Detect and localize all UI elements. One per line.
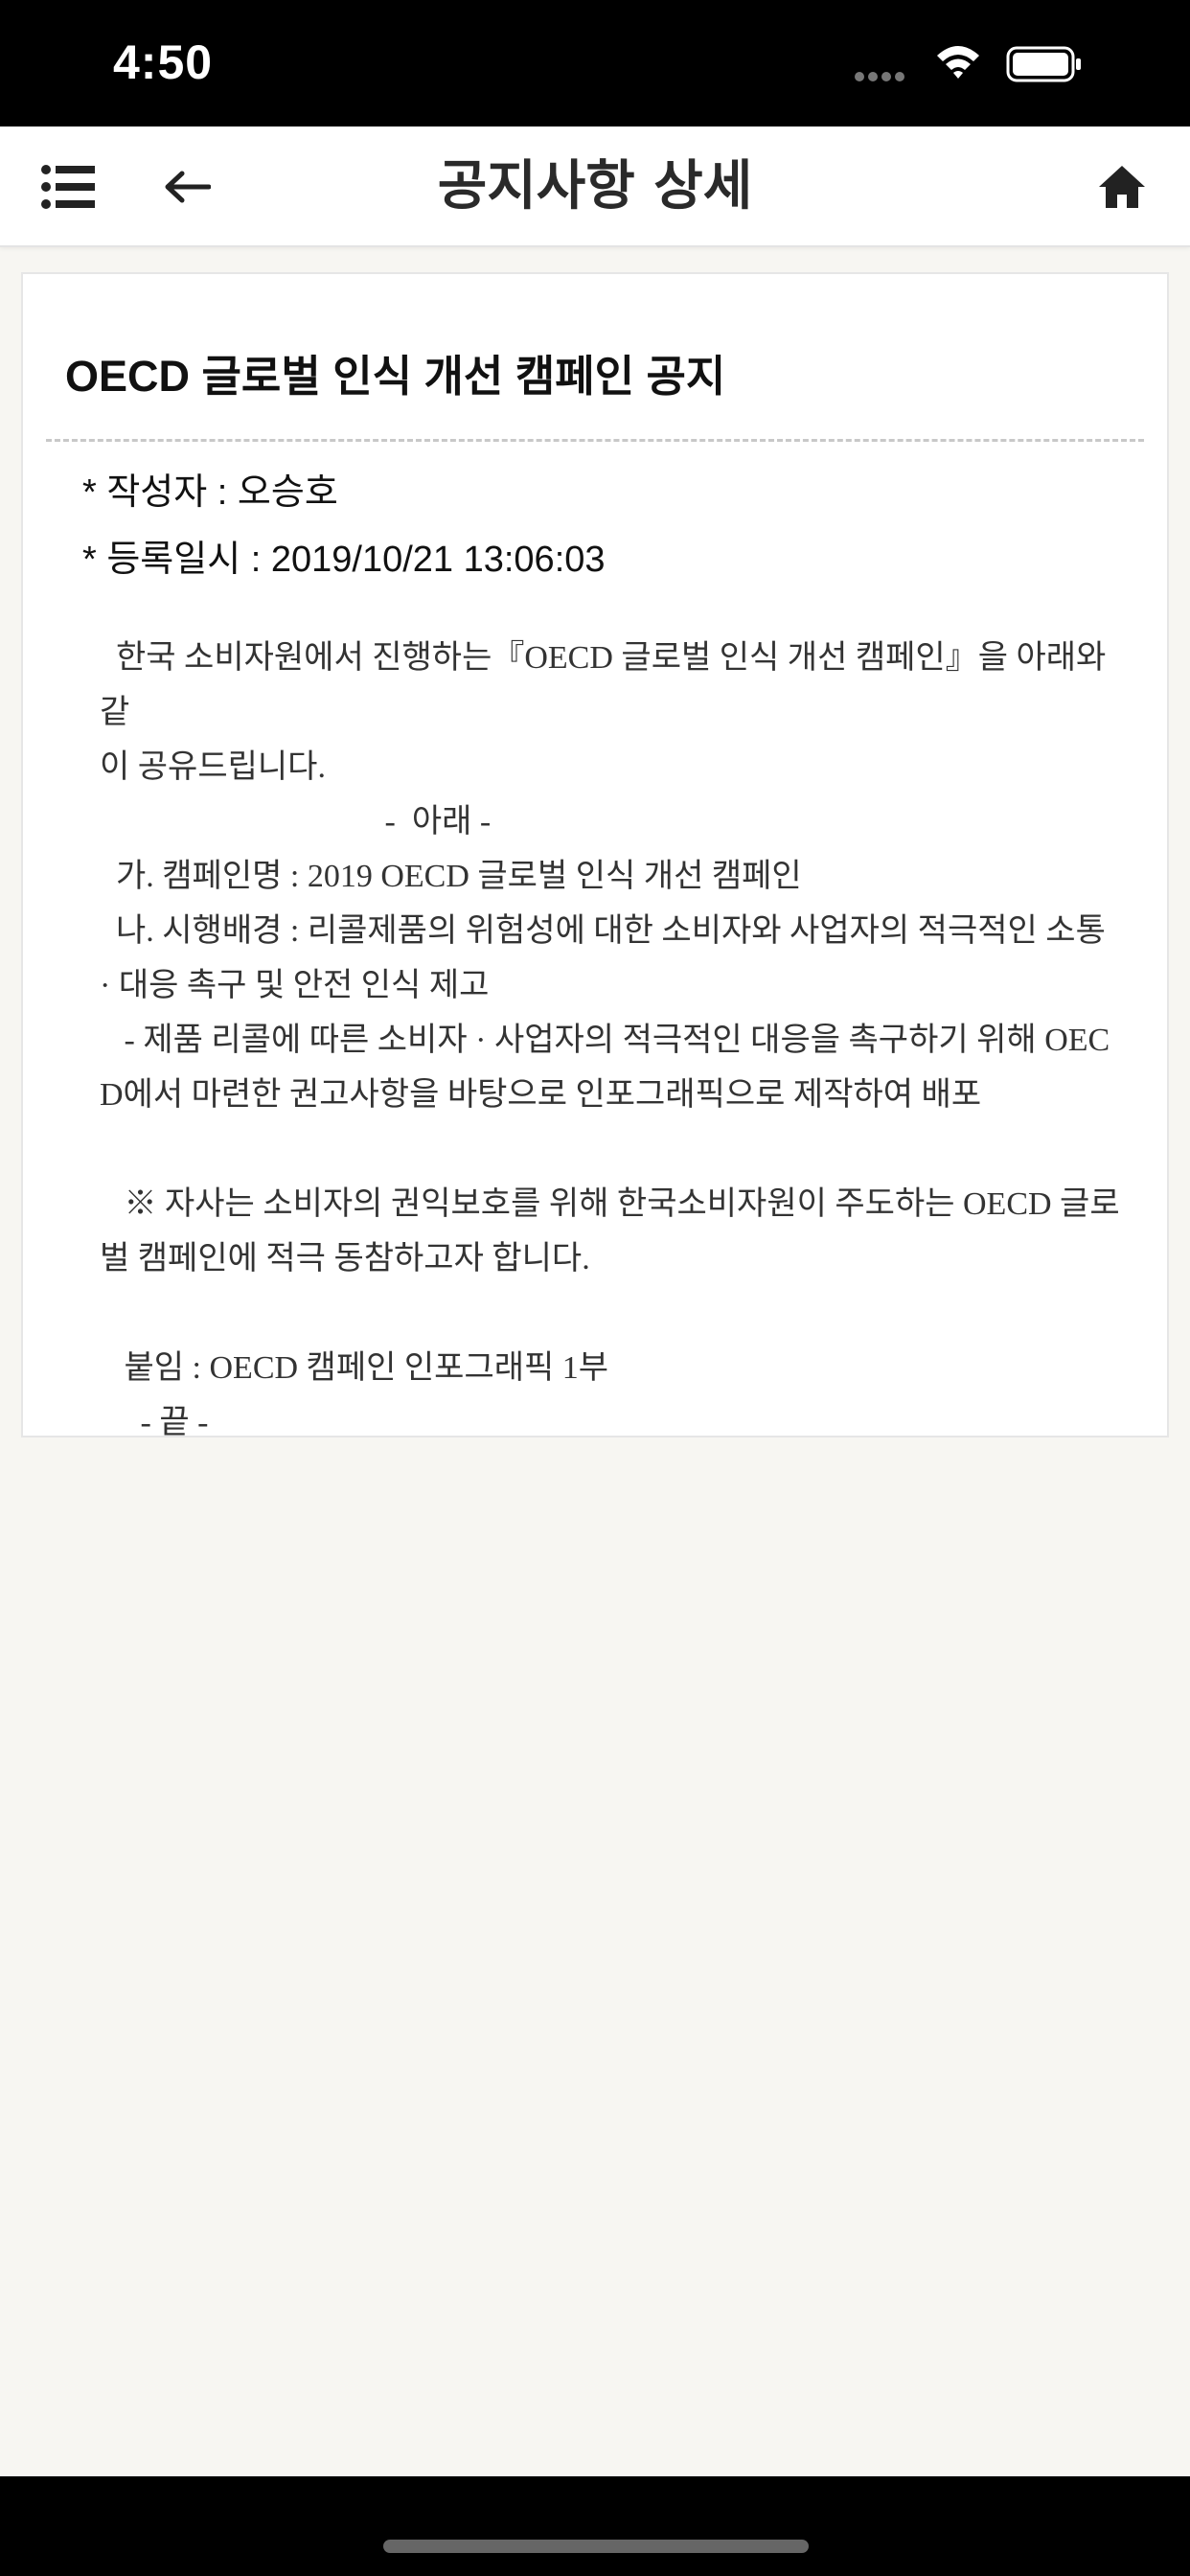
- body-line: - 끝 -: [100, 1405, 209, 1440]
- app-header: 공지사항 상세: [0, 126, 1190, 247]
- body-line: - 제품 리콜에 따른 소비자 · 사업자의 적극적인 대응을 촉구하기 위해 …: [100, 1023, 1110, 1058]
- battery-icon: [1006, 46, 1081, 82]
- wifi-icon: [937, 46, 979, 79]
- signal-icon: [855, 67, 908, 85]
- notice-body: 한국 소비자원에서 진행하는『OECD 글로벌 인식 개선 캠페인』을 아래와 …: [100, 631, 1140, 1450]
- body-line: - 아래 -: [100, 804, 492, 840]
- body-line: 벌 캠페인에 적극 동참하고자 합니다.: [100, 1241, 590, 1276]
- bottom-bar: [0, 2476, 1190, 2576]
- author-line: * 작성자 : 오승호: [82, 472, 338, 513]
- home-icon: [1099, 166, 1145, 208]
- home-indicator[interactable]: [383, 2540, 809, 2553]
- status-icons: [855, 42, 1133, 88]
- body-blank-line: [100, 1122, 1140, 1177]
- home-button[interactable]: [1088, 153, 1156, 220]
- body-line: 나. 시행배경 : 리콜제품의 위험성에 대한 소비자와 사업자의 적극적인 소…: [100, 913, 1106, 949]
- notice-card: OECD 글로벌 인식 개선 캠페인 공지 * 작성자 : 오승호 * 등록일시…: [21, 272, 1169, 1440]
- date-line: * 등록일시 : 2019/10/21 13:06:03: [82, 540, 606, 580]
- body-line: D에서 마련한 권고사항을 바탕으로 인포그래픽으로 제작하여 배포: [100, 1077, 982, 1113]
- notice-title: OECD 글로벌 인식 개선 캠페인 공지: [65, 352, 726, 401]
- body-blank-line: [100, 1286, 1140, 1341]
- page-title: 공지사항 상세: [437, 155, 753, 218]
- body-line: 이 공유드립니다.: [100, 749, 326, 785]
- body-line: 한국 소비자원에서 진행하는『OECD 글로벌 인식 개선 캠페인』을 아래와 …: [100, 640, 1114, 730]
- status-bar: 4:50: [0, 0, 1190, 126]
- body-line: · 대응 촉구 및 안전 인식 제고: [100, 968, 490, 1003]
- status-time: 4:50: [113, 35, 214, 89]
- body-line: 가. 캠페인명 : 2019 OECD 글로벌 인식 개선 캠페인: [100, 859, 802, 894]
- divider: [46, 439, 1144, 442]
- body-line: 붙임 : OECD 캠페인 인포그래픽 1부: [100, 1350, 609, 1386]
- body-line: ※ 자사는 소비자의 권익보호를 위해 한국소비자원이 주도하는 OECD 글로: [100, 1186, 1120, 1222]
